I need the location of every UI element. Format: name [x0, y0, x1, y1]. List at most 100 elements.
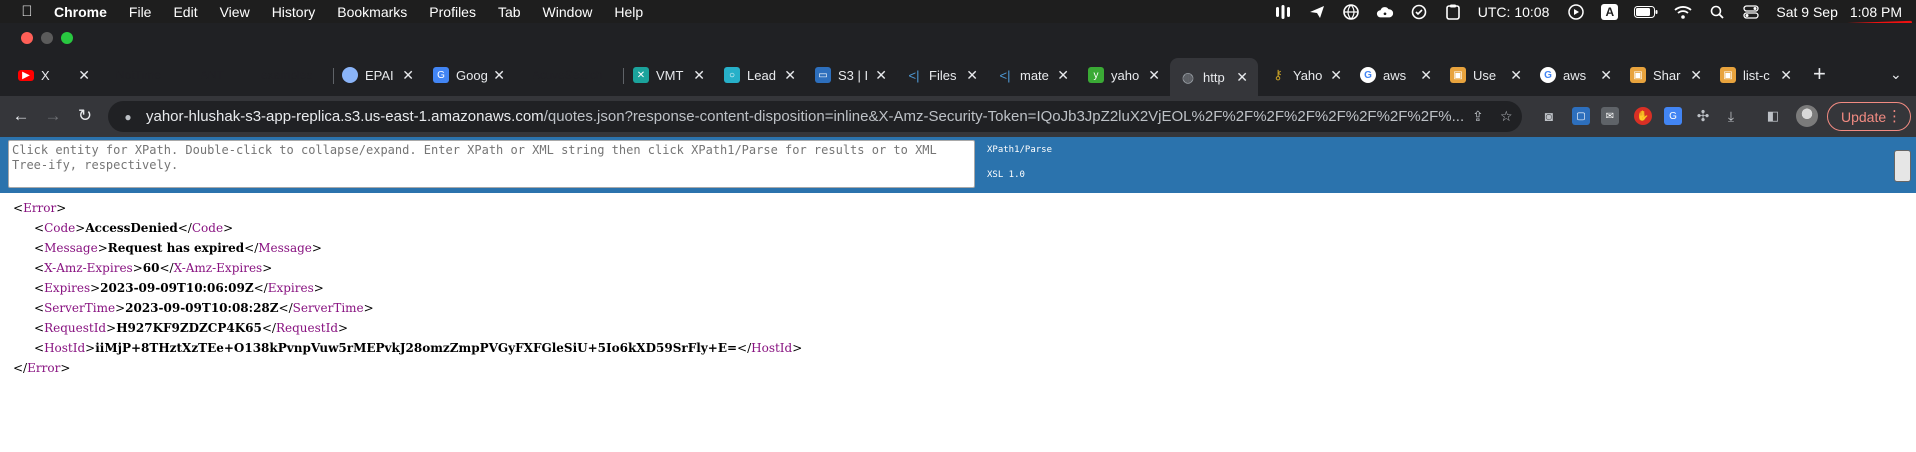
tab-yahoo-2[interactable]: ⚷ Yaho ✕	[1270, 60, 1342, 90]
tab-close-icon[interactable]: ✕	[962, 67, 978, 84]
vpn-globe-icon[interactable]	[1342, 3, 1360, 20]
kebab-menu-icon[interactable]: ⋮	[1887, 107, 1902, 125]
privacy-icon[interactable]	[1410, 4, 1428, 20]
tab-share[interactable]: ▣ Shar ✕	[1630, 60, 1702, 90]
tab-vmt[interactable]: ✕ VMT ✕	[633, 60, 705, 90]
off-extension-icon[interactable]: ✉	[1601, 107, 1619, 125]
xpath-parse-button[interactable]: XPath1/Parse	[987, 145, 1052, 155]
tab-group-examples[interactable]: examples	[253, 65, 320, 85]
site-info-icon[interactable]: ●	[120, 110, 136, 124]
xml-open-root[interactable]: <Error>	[13, 198, 802, 218]
clipboard-icon[interactable]	[1444, 4, 1462, 20]
menu-help[interactable]: Help	[614, 4, 643, 20]
xpath-input[interactable]	[8, 140, 975, 188]
camera-icon[interactable]: ◙	[1540, 107, 1558, 125]
spotlight-search-icon[interactable]	[1708, 4, 1726, 20]
xml-element[interactable]: <Expires>2023-09-09T10:06:09Z</Expires>	[13, 278, 802, 298]
menu-app-name[interactable]: Chrome	[54, 4, 107, 20]
reload-icon[interactable]: ↻	[73, 104, 97, 128]
tab-list[interactable]: ▣ list-c ✕	[1720, 60, 1792, 90]
tab-use[interactable]: ▣ Use ✕	[1450, 60, 1522, 90]
xml-element[interactable]: <ServerTime>2023-09-09T10:08:28Z</Server…	[13, 298, 802, 318]
scroll-handle[interactable]	[1894, 150, 1911, 182]
extensions-puzzle-icon[interactable]: ✣	[1694, 107, 1712, 125]
tab-lead[interactable]: ○ Lead ✕	[724, 60, 796, 90]
tab-close-icon[interactable]: ✕	[780, 67, 796, 84]
forward-arrow-icon[interactable]: →	[41, 104, 65, 128]
play-icon[interactable]	[1567, 3, 1585, 20]
xml-element[interactable]: <RequestId>H927KF9ZDZCP4K65</RequestId>	[13, 318, 802, 338]
bookmark-star-icon[interactable]: ☆	[1500, 108, 1513, 125]
menu-history[interactable]: History	[272, 4, 316, 20]
tab-aws-search-2[interactable]: G aws ✕	[1540, 60, 1612, 90]
input-source-icon[interactable]: A	[1601, 3, 1619, 20]
tab-yahoo[interactable]: y yaho ✕	[1088, 60, 1160, 90]
cloud-gamepad-icon[interactable]	[1376, 4, 1394, 20]
address-bar[interactable]: ● yahor-hlushak-s3-app-replica.s3.us-eas…	[108, 101, 1522, 132]
battery-icon[interactable]	[1634, 4, 1658, 20]
xml-element[interactable]: <Message>Request has expired</Message>	[13, 238, 802, 258]
url-text[interactable]: yahor-hlushak-s3-app-replica.s3.us-east-…	[146, 108, 1486, 125]
tab-close-icon[interactable]: ✕	[489, 67, 505, 84]
tab-close-icon[interactable]: ✕	[689, 67, 705, 84]
utc-clock[interactable]: UTC: 10:08	[1478, 4, 1550, 20]
tab-close-icon[interactable]: ✕	[398, 67, 414, 84]
window-close-button[interactable]	[21, 32, 33, 44]
tab-close-icon[interactable]: ✕	[1232, 69, 1258, 86]
tab-google-translate[interactable]: G Goog ✕	[433, 60, 505, 90]
tab-group-activesearch[interactable]: ActiveSearch	[524, 65, 611, 85]
tab-close-icon[interactable]: ✕	[1506, 67, 1522, 84]
menu-window[interactable]: Window	[543, 4, 593, 20]
tab-group-ant[interactable]: ANT	[192, 65, 232, 85]
download-icon[interactable]: ⤓	[1722, 107, 1740, 125]
tab-close-icon[interactable]: ✕	[1776, 67, 1792, 84]
tab-close-icon[interactable]: ✕	[1416, 67, 1432, 84]
tab-youtube[interactable]: ▶ X ✕	[18, 60, 90, 90]
apple-icon[interactable]: 	[18, 3, 36, 20]
tab-aws-search[interactable]: G aws ✕	[1360, 60, 1432, 90]
window-minimize-button[interactable]	[41, 32, 53, 44]
menu-view[interactable]: View	[220, 4, 250, 20]
menu-edit[interactable]: Edit	[173, 4, 197, 20]
wifi-icon[interactable]	[1674, 4, 1692, 20]
back-arrow-icon[interactable]: ←	[9, 104, 33, 128]
tab-close-icon[interactable]: ✕	[871, 67, 887, 84]
share-icon[interactable]: ⇪	[1472, 108, 1484, 125]
xml-element[interactable]: <Code>AccessDenied</Code>	[13, 218, 802, 238]
google-translate-icon[interactable]: G	[1664, 107, 1682, 125]
menu-profiles[interactable]: Profiles	[429, 4, 476, 20]
tab-files[interactable]: <| Files ✕	[906, 60, 978, 90]
tab-close-icon[interactable]: ✕	[1053, 67, 1069, 84]
screen-capture-icon[interactable]: ▢	[1572, 107, 1590, 125]
tab-close-icon[interactable]: ✕	[1144, 67, 1160, 84]
tab-group-nottime[interactable]: NotTime	[108, 65, 169, 85]
menu-file[interactable]: File	[129, 4, 152, 20]
tab-epai[interactable]: EPAI ✕	[342, 60, 414, 90]
menu-bookmarks[interactable]: Bookmarks	[337, 4, 407, 20]
audio-bars-icon[interactable]	[1274, 4, 1292, 20]
tab-active-error-page[interactable]: ◍ http ✕	[1170, 58, 1258, 96]
window-maximize-button[interactable]	[61, 32, 73, 44]
tab-search-chevron-icon[interactable]: ⌄	[1890, 66, 1902, 83]
send-icon[interactable]	[1308, 4, 1326, 20]
control-center-icon[interactable]	[1742, 4, 1760, 20]
xsl-label[interactable]: XSL 1.0	[987, 170, 1025, 180]
menubar-date[interactable]: Sat 9 Sep	[1776, 4, 1838, 20]
xml-element[interactable]: <HostId>iiMjP+8THztXzTEe+O138kPvnpVuw5rM…	[13, 338, 802, 358]
profile-avatar[interactable]	[1796, 105, 1818, 127]
tab-mate[interactable]: <| mate ✕	[997, 60, 1069, 90]
tab-close-icon[interactable]: ✕	[1326, 67, 1342, 84]
xml-element[interactable]: <X-Amz-Expires>60</X-Amz-Expires>	[13, 258, 802, 278]
stop-hand-icon[interactable]: ✋	[1634, 107, 1652, 125]
tab-s3[interactable]: ▭ S3 | I ✕	[815, 60, 887, 90]
tab-close-icon[interactable]: ✕	[74, 67, 90, 84]
tab-close-icon[interactable]: ✕	[1686, 67, 1702, 84]
new-tab-plus-icon[interactable]: +	[1813, 63, 1826, 85]
globe-icon: ◍	[1181, 68, 1195, 85]
xml-close-root[interactable]: </Error>	[13, 358, 802, 378]
menu-tab[interactable]: Tab	[498, 4, 521, 20]
menubar-time[interactable]: 1:08 PM	[1850, 4, 1902, 20]
update-button[interactable]: Update ⋮	[1827, 102, 1911, 131]
side-panel-icon[interactable]: ◧	[1764, 107, 1782, 125]
tab-close-icon[interactable]: ✕	[1596, 67, 1612, 84]
